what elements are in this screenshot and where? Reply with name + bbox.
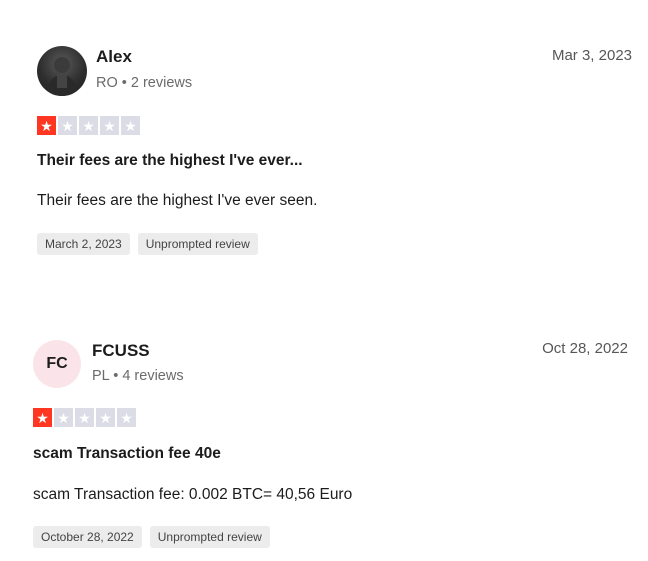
star-icon: ★ — [100, 116, 119, 135]
review-tags: October 28, 2022 Unprompted review — [33, 526, 270, 548]
star-icon: ★ — [75, 408, 94, 427]
reviewer-name[interactable]: FCUSS — [92, 341, 150, 361]
review-tags: March 2, 2023 Unprompted review — [37, 233, 258, 255]
experience-date-tag: October 28, 2022 — [33, 526, 142, 548]
star-icon: ★ — [33, 408, 52, 427]
review-title[interactable]: scam Transaction fee 40e — [33, 445, 221, 463]
star-icon: ★ — [58, 116, 77, 135]
star-rating: ★ ★ ★ ★ ★ — [37, 116, 140, 135]
star-icon: ★ — [37, 116, 56, 135]
review-title[interactable]: Their fees are the highest I've ever... — [37, 152, 303, 170]
star-icon: ★ — [96, 408, 115, 427]
review-body: Their fees are the highest I've ever see… — [37, 192, 318, 209]
star-icon: ★ — [54, 408, 73, 427]
star-rating: ★ ★ ★ ★ ★ — [33, 408, 136, 427]
experience-date-tag: March 2, 2023 — [37, 233, 130, 255]
star-icon: ★ — [121, 116, 140, 135]
reviewer-meta: PL • 4 reviews — [92, 368, 184, 384]
unprompted-review-tag[interactable]: Unprompted review — [137, 233, 258, 255]
unprompted-review-tag[interactable]: Unprompted review — [149, 526, 270, 548]
avatar[interactable]: FC — [33, 340, 81, 388]
review-body: scam Transaction fee: 0.002 BTC= 40,56 E… — [33, 486, 353, 503]
star-icon: ★ — [117, 408, 136, 427]
avatar[interactable] — [37, 46, 87, 96]
reviewer-meta: RO • 2 reviews — [96, 75, 193, 91]
review-date: Oct 28, 2022 — [542, 340, 628, 357]
review-date: Mar 3, 2023 — [551, 47, 632, 64]
reviewer-name[interactable]: Alex — [96, 47, 132, 67]
star-icon: ★ — [79, 116, 98, 135]
user-photo-icon — [47, 57, 77, 96]
